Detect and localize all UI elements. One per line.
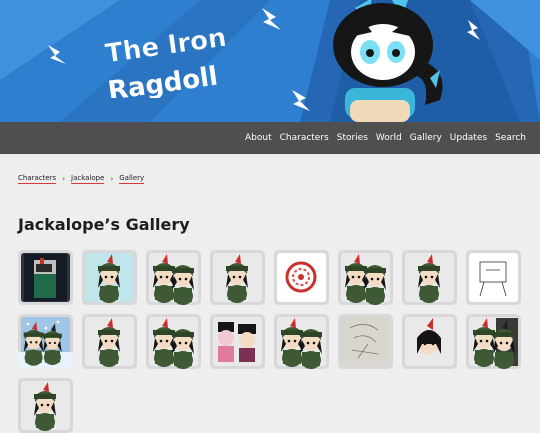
chevron-right-icon: › [62,175,66,183]
nav-list: About Characters Stories World Gallery U… [245,122,526,154]
gallery-thumbnail[interactable] [18,378,73,433]
site-banner[interactable]: The Iron Ragdoll [0,0,540,122]
gallery-thumbnail[interactable] [338,250,393,305]
gallery-thumbnail[interactable] [338,314,393,369]
chevron-right-icon: › [110,175,114,183]
main-nav: About Characters Stories World Gallery U… [0,122,540,154]
page-title: Jackalope’s Gallery [18,215,190,234]
gallery-artwork [149,317,198,369]
gallery-artwork [405,253,454,303]
gallery-thumbnail[interactable] [210,250,265,305]
gallery-artwork [341,253,390,305]
gallery-artwork [469,317,518,369]
gallery-thumbnail[interactable] [466,314,521,369]
breadcrumb-characters[interactable]: Characters [18,174,57,184]
gallery-artwork [85,253,134,303]
banner-art [0,0,540,122]
gallery-thumbnail[interactable] [82,250,137,305]
breadcrumb-jackalope[interactable]: Jackalope [71,174,105,184]
gallery-artwork [277,253,326,302]
gallery-thumbnail[interactable] [18,314,73,369]
site-logo[interactable]: The Iron Ragdoll [82,18,252,98]
gallery-thumbnail[interactable] [146,250,201,305]
gallery-thumbnail[interactable] [402,250,457,305]
gallery-thumbnail[interactable] [146,314,201,369]
nav-gallery[interactable]: Gallery [410,133,442,143]
gallery-thumbnail[interactable] [274,314,329,369]
gallery-thumbnail[interactable] [466,250,521,305]
gallery-artwork [213,317,262,366]
nav-about[interactable]: About [245,133,272,143]
breadcrumb: Characters › Jackalope › Gallery [18,174,145,184]
gallery-thumbnail[interactable] [18,250,73,305]
gallery-artwork [277,317,326,369]
nav-world[interactable]: World [376,133,402,143]
gallery-artwork [85,317,134,367]
gallery-thumbnail[interactable] [82,314,137,369]
gallery-artwork [18,317,73,369]
nav-characters[interactable]: Characters [280,133,329,143]
nav-stories[interactable]: Stories [337,133,368,143]
breadcrumb-gallery[interactable]: Gallery [119,174,145,184]
gallery-thumbnail[interactable] [210,314,265,369]
nav-updates[interactable]: Updates [450,133,487,143]
gallery-artwork [21,381,70,431]
gallery-artwork [469,253,518,302]
gallery-artwork [405,317,454,366]
gallery-thumbnail[interactable] [402,314,457,369]
gallery-artwork [213,253,262,303]
gallery-artwork [341,317,390,366]
gallery-thumbnail[interactable] [274,250,329,305]
gallery-artwork [21,253,70,302]
nav-search[interactable]: Search [495,133,526,143]
gallery-artwork [149,253,198,305]
